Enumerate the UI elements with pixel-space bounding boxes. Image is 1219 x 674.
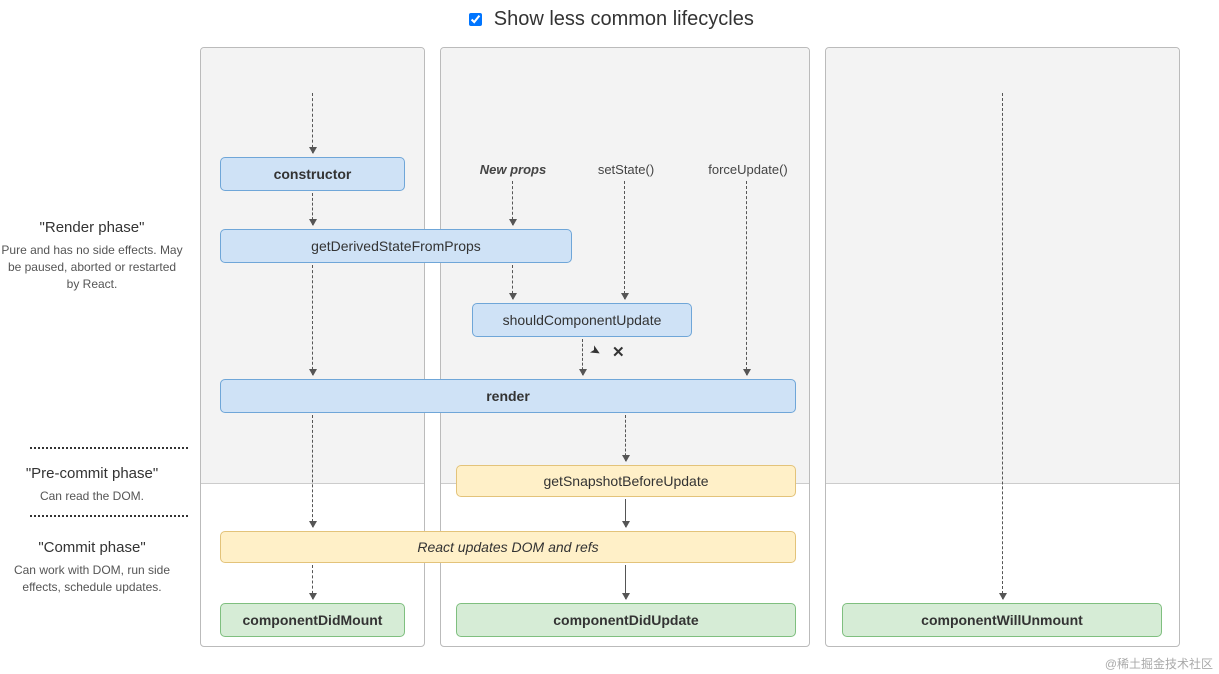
node-constructor[interactable]: constructor (220, 157, 405, 191)
label-new-props: New props (468, 159, 558, 179)
label-set-state: setState() (586, 159, 666, 179)
label-force-update: forceUpdate() (698, 159, 798, 179)
node-component-did-update[interactable]: componentDidUpdate (456, 603, 796, 637)
phase-sidebar: "Render phase" Pure and has no side effe… (0, 47, 190, 657)
phase-precommit-title: "Pre-commit phase" (0, 463, 184, 484)
node-component-did-mount[interactable]: componentDidMount (220, 603, 405, 637)
watermark: @稀土掘金技术社区 (1105, 655, 1213, 672)
arrow-mount-5 (312, 565, 313, 599)
arrow-mount-4 (312, 415, 313, 527)
arrow-mount-2 (312, 193, 313, 225)
arrow-mount-1 (312, 93, 313, 153)
phase-render: "Render phase" Pure and has no side effe… (0, 217, 190, 292)
arrow-updates-didupdate (625, 565, 626, 599)
separator-1 (30, 447, 188, 449)
arrow-newprops-derived (512, 181, 513, 225)
phase-commit: "Commit phase" Can work with DOM, run si… (0, 537, 190, 596)
phase-render-title: "Render phase" (0, 217, 184, 238)
toggle-label: Show less common lifecycles (494, 8, 754, 30)
toggle-checkbox[interactable] (469, 13, 482, 26)
node-component-will-unmount[interactable]: componentWillUnmount (842, 603, 1162, 637)
arrow-should-render (582, 339, 583, 375)
phase-precommit: "Pre-commit phase" Can read the DOM. (0, 463, 190, 505)
arrow-render-snapshot (625, 415, 626, 461)
arrow-setstate-should (624, 181, 625, 299)
phase-commit-desc: Can work with DOM, run side effects, sch… (0, 562, 184, 596)
toggle-show-less-common[interactable]: Show less common lifecycles (465, 8, 754, 30)
node-get-snapshot-before-update[interactable]: getSnapshotBeforeUpdate (456, 465, 796, 497)
arrow-mount-3 (312, 265, 313, 375)
phase-precommit-desc: Can read the DOM. (0, 488, 184, 505)
node-should-component-update[interactable]: shouldComponentUpdate (472, 303, 692, 337)
phase-render-desc: Pure and has no side effects. May be pau… (0, 242, 184, 292)
separator-2 (30, 515, 188, 517)
node-render[interactable]: render (220, 379, 796, 413)
node-get-derived-state-from-props[interactable]: getDerivedStateFromProps (220, 229, 572, 263)
arrow-unmount (1002, 93, 1003, 599)
arrow-derived-should (512, 265, 513, 299)
x-icon: ✕ (612, 343, 625, 361)
node-react-updates-dom-and-refs: React updates DOM and refs (220, 531, 796, 563)
arrow-snapshot-updates (625, 499, 626, 527)
lifecycle-diagram: "Render phase" Pure and has no side effe… (0, 47, 1219, 657)
arrow-forceupdate-render (746, 181, 747, 375)
phase-commit-title: "Commit phase" (0, 537, 184, 558)
